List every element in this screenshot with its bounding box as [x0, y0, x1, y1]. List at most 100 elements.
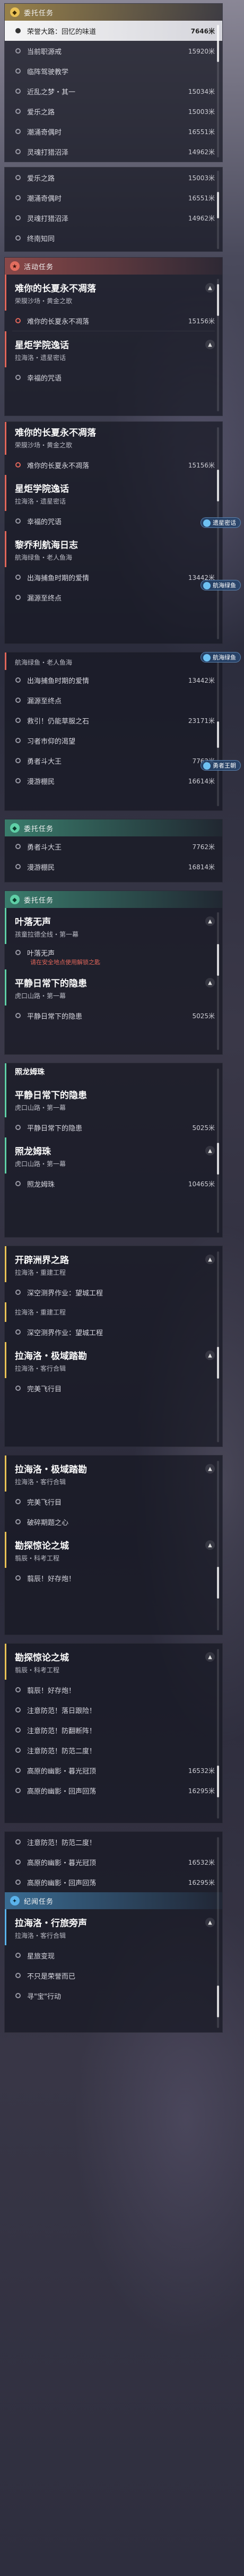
- quest-step[interactable]: 翦辰！好存炮！: [5, 1568, 222, 1588]
- scroll-thumb[interactable]: [217, 1143, 219, 1175]
- quest-step[interactable]: 完美飞行目: [5, 1492, 222, 1512]
- scroll-thumb[interactable]: [217, 944, 219, 976]
- quest-step[interactable]: 照龙姆珠 10465米: [5, 1174, 222, 1194]
- quest-header[interactable]: 平静日常下的隐患 虎口山路・第一幕: [5, 1081, 222, 1117]
- quest-header[interactable]: 平静日常下的隐患 虎口山路・第一幕 ▲: [5, 969, 222, 1005]
- quest-step[interactable]: 星旅变现: [5, 1945, 222, 1965]
- collapse-chevron-icon[interactable]: ▲: [205, 1652, 215, 1662]
- quest-header[interactable]: 勘探惊论之城 翦辰・科考工程 ▲: [5, 1532, 222, 1568]
- quest-step[interactable]: 高原的幽影・暮光冠顶 16532米: [5, 1760, 222, 1780]
- quest-header[interactable]: 航海绿鱼・老人鱼海: [5, 652, 222, 670]
- quest-step[interactable]: 注意防范！防翻断阵！: [5, 1720, 222, 1740]
- quest-step[interactable]: 爱乐之路 15003米: [5, 101, 222, 121]
- scrollbar[interactable]: [217, 279, 219, 411]
- quest-step[interactable]: 难你的长夏永不凋落 15156米: [5, 455, 222, 475]
- scroll-thumb[interactable]: [217, 1766, 219, 1797]
- quest-header[interactable]: 照龙姆珠 虎口山路・第一幕 ▲: [5, 1137, 222, 1174]
- quest-step[interactable]: 叶落无声 请在安全地点使用解锁之匙: [5, 944, 222, 969]
- quest-header[interactable]: 难你的长夏永不凋落 荣膜沙场・黄金之歌 ▲: [5, 275, 222, 311]
- quest-header[interactable]: 拉海洛・重建工程: [5, 1302, 222, 1322]
- category-header-story[interactable]: ✦ 纪闻任务: [5, 1892, 222, 1909]
- scroll-thumb[interactable]: [217, 284, 219, 316]
- quest-step[interactable]: 临阵驾驶教学: [5, 61, 222, 81]
- scrollbar[interactable]: [217, 25, 219, 157]
- quest-step[interactable]: 翦辰！好存炮！: [5, 1680, 222, 1700]
- category-header-commission[interactable]: ◆ 委托任务: [5, 819, 222, 836]
- collapse-chevron-icon[interactable]: ▲: [205, 978, 215, 987]
- collapse-chevron-icon[interactable]: ▲: [205, 283, 215, 293]
- quest-step[interactable]: 出海捕鱼时期的爱情 13442米: [5, 567, 222, 587]
- scrollbar[interactable]: [217, 1461, 219, 1630]
- collapse-chevron-icon[interactable]: ▲: [205, 1464, 215, 1474]
- quest-step[interactable]: 注意防范！防范二度！: [5, 1832, 222, 1852]
- scrollbar[interactable]: [217, 912, 219, 1050]
- scroll-thumb[interactable]: [217, 192, 219, 218]
- quest-step[interactable]: 幸福的咒语: [5, 511, 222, 531]
- quest-step[interactable]: 幸福的咒语: [5, 367, 222, 387]
- quest-step[interactable]: 爱乐之路 15003米: [5, 167, 222, 188]
- collapse-chevron-icon[interactable]: ▲: [205, 1918, 215, 1927]
- quest-header[interactable]: 拉海洛・极域踏勘 拉海洛・客行合辑 ▲: [5, 1455, 222, 1492]
- scroll-thumb[interactable]: [217, 1567, 219, 1599]
- scroll-thumb[interactable]: [217, 470, 219, 501]
- scroll-thumb[interactable]: [217, 721, 219, 748]
- quest-step[interactable]: 漏源至终点: [5, 587, 222, 607]
- quest-step[interactable]: 难你的长夏永不凋落 15156米: [5, 311, 222, 331]
- quest-step[interactable]: 漏源至终点: [5, 690, 222, 710]
- scrollbar[interactable]: [217, 427, 219, 639]
- collapse-chevron-icon[interactable]: ▲: [205, 1351, 215, 1360]
- quest-header[interactable]: 拉海洛・行旅旁声 拉海洛・客行合辑 ▲: [5, 1909, 222, 1945]
- quest-header[interactable]: 星炬学院逸话 拉海洛・遗星密话: [5, 475, 222, 511]
- quest-step[interactable]: 出海捕鱼时期的爱情 13442米: [5, 670, 222, 690]
- category-header-commission[interactable]: ◆ 委托任务: [5, 4, 222, 21]
- quest-step[interactable]: 高原的幽影・暮光冠顶 16532米: [5, 1852, 222, 1872]
- quest-step[interactable]: 寻"宝"行动: [5, 1986, 222, 2006]
- scrollbar[interactable]: [217, 658, 219, 806]
- category-header-event[interactable]: ★ 活动任务: [5, 258, 222, 275]
- quest-step[interactable]: 漫游棚民 16814米: [5, 857, 222, 877]
- quest-header[interactable]: 拉海洛・极域踏勘 拉海洛・客行合辑 ▲: [5, 1342, 222, 1378]
- category-header-commission[interactable]: ◆ 委托任务: [5, 891, 222, 908]
- quest-step[interactable]: 高原的幽影・回声回荡 16295米: [5, 1872, 222, 1892]
- quest-step[interactable]: 潮涌奇偶时 16551米: [5, 121, 222, 142]
- quest-step[interactable]: 注意防范！落日跟险！: [5, 1700, 222, 1720]
- quest-step[interactable]: 注意防范！防范二度！: [5, 1740, 222, 1760]
- quest-step[interactable]: 灵魂打猎沼泽 14962米: [5, 208, 222, 228]
- quest-step[interactable]: 高原的幽影・回声回荡 16295米: [5, 1780, 222, 1801]
- quest-step[interactable]: 荣誉大路：回忆的味道 7646米: [5, 21, 222, 41]
- collapse-chevron-icon[interactable]: ▲: [205, 1540, 215, 1550]
- scrollbar[interactable]: [217, 171, 219, 249]
- quest-step[interactable]: 近乱之梦・其一 15034米: [5, 81, 222, 101]
- quest-step[interactable]: 完美飞行目: [5, 1378, 222, 1398]
- scrollbar[interactable]: [217, 1649, 219, 1819]
- collapse-chevron-icon[interactable]: ▲: [205, 916, 215, 926]
- quest-step[interactable]: 习者市仰的渴望: [5, 730, 222, 751]
- quest-step[interactable]: 深空测界作业：望城工程: [5, 1322, 222, 1342]
- collapse-chevron-icon[interactable]: ▲: [205, 1255, 215, 1264]
- scrollbar[interactable]: [217, 1069, 219, 1233]
- quest-step[interactable]: 灵魂打猎沼泽 14962米: [5, 142, 222, 162]
- scroll-thumb[interactable]: [217, 1347, 219, 1379]
- quest-step[interactable]: 破碎期题之心: [5, 1512, 222, 1532]
- collapse-chevron-icon[interactable]: ▲: [205, 1146, 215, 1155]
- scroll-thumb[interactable]: [217, 1986, 219, 2017]
- quest-step[interactable]: 漫游棚民 16614米: [5, 771, 222, 791]
- quest-header[interactable]: 难你的长夏永不凋落 荣膜沙场・黄金之歌: [5, 422, 222, 455]
- quest-step[interactable]: 平静日常下的隐患 5025米: [5, 1117, 222, 1137]
- quest-step[interactable]: 深空测界作业：望城工程: [5, 1282, 222, 1302]
- quest-step[interactable]: 勇者斗大王7762米: [5, 751, 222, 771]
- quest-step[interactable]: 终南知同: [5, 228, 222, 248]
- quest-header[interactable]: 勘探惊论之城 翦辰・科考工程 ▲: [5, 1644, 222, 1680]
- quest-step[interactable]: 平静日常下的隐患 5025米: [5, 1005, 222, 1026]
- scroll-thumb[interactable]: [217, 25, 219, 62]
- quest-step[interactable]: 不只是荣誉而已: [5, 1965, 222, 1986]
- quest-header[interactable]: 开辟洲界之路 拉海洛・重建工程 ▲: [5, 1246, 222, 1282]
- scrollbar[interactable]: [217, 1837, 219, 2028]
- quest-step[interactable]: 救引！仍能草服之石 23171米: [5, 710, 222, 730]
- quest-step[interactable]: 当前职源戒 15920米: [5, 41, 222, 61]
- quest-header[interactable]: 照龙姆珠: [5, 1063, 222, 1081]
- quest-header[interactable]: 叶落无声 孩童拉德全线・第一幕 ▲: [5, 908, 222, 944]
- quest-header[interactable]: 黎乔利航海日志 航海绿鱼・老人鱼海: [5, 531, 222, 567]
- quest-step[interactable]: 勇者斗大王7762米: [5, 836, 222, 857]
- quest-step[interactable]: 潮涌奇偶时 16551米: [5, 188, 222, 208]
